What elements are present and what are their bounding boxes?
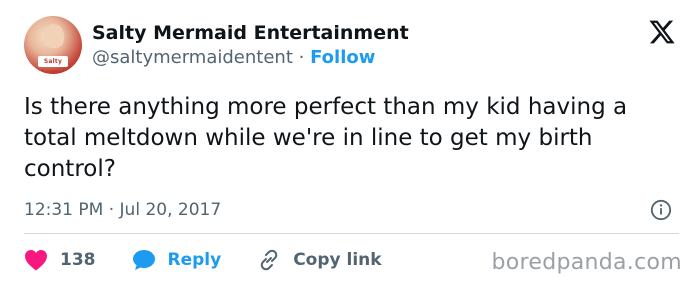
heart-icon bbox=[25, 250, 47, 271]
divider bbox=[24, 233, 679, 234]
reply-label: Reply bbox=[167, 250, 222, 270]
link-icon bbox=[260, 249, 278, 271]
tweet-timestamp[interactable]: 12:31 PM · Jul 20, 2017 bbox=[24, 200, 221, 220]
copy-link-label: Copy link bbox=[293, 250, 382, 270]
reply-button[interactable]: Reply bbox=[132, 249, 222, 271]
tweet-text: Is there anything more perfect than my k… bbox=[24, 94, 628, 182]
copy-link-button[interactable]: Copy link bbox=[257, 248, 382, 272]
author-name[interactable]: Salty Mermaid Entertainment bbox=[92, 22, 409, 44]
reply-bubble-icon bbox=[132, 250, 155, 270]
info-icon[interactable] bbox=[650, 199, 672, 221]
avatar-figure bbox=[44, 24, 64, 48]
follow-button[interactable]: Follow bbox=[310, 47, 375, 68]
action-bar: 138 Reply Copy link bbox=[24, 246, 418, 274]
avatar[interactable]: Salty Mermaid bbox=[24, 16, 82, 74]
x-logo-icon[interactable] bbox=[648, 18, 676, 46]
like-count: 138 bbox=[60, 250, 96, 270]
like-button[interactable]: 138 bbox=[24, 249, 96, 271]
author-handle[interactable]: @saltymermaidentent bbox=[92, 47, 293, 68]
avatar-badge: Salty Mermaid bbox=[38, 56, 70, 74]
watermark: boredpanda.com bbox=[491, 250, 682, 275]
handle-row: @saltymermaidentent · Follow bbox=[92, 47, 375, 68]
handle-separator: · bbox=[298, 47, 305, 68]
